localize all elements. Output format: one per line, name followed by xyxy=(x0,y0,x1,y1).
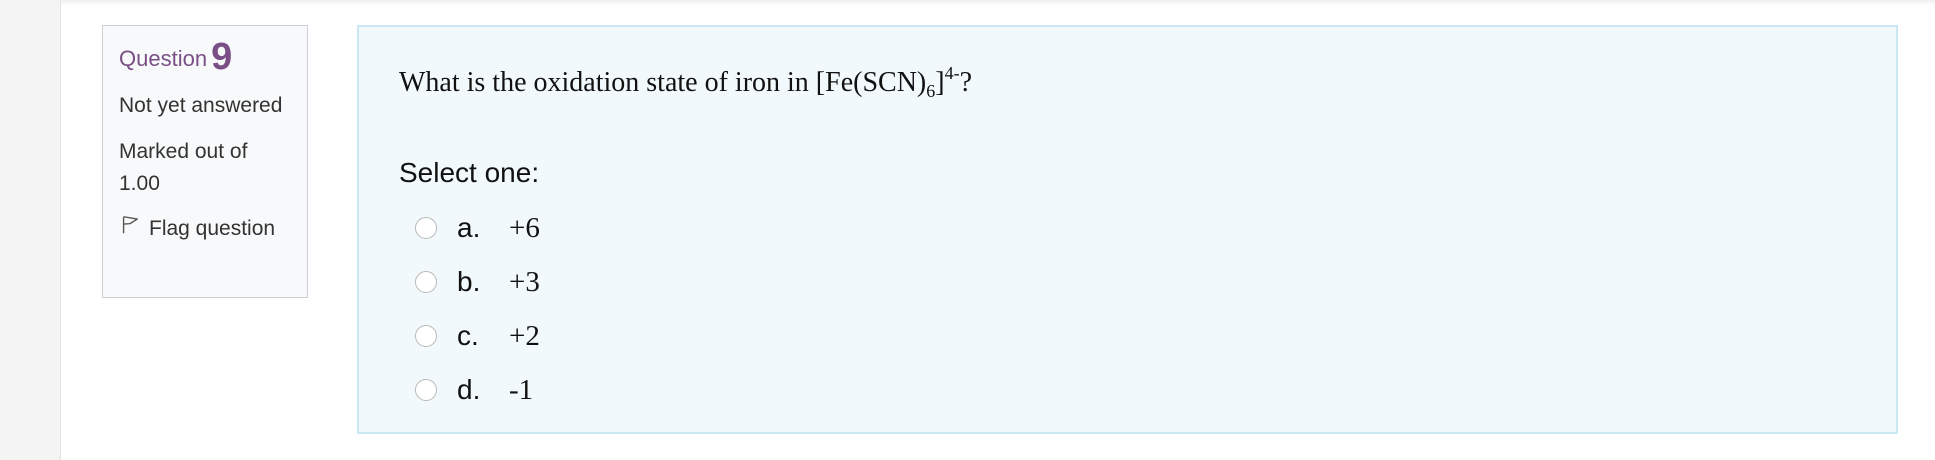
flag-icon xyxy=(119,214,141,244)
answer-option-b[interactable]: b. +3 xyxy=(415,255,1856,309)
top-divider xyxy=(61,0,1935,6)
question-content-panel: What is the oxidation state of iron in [… xyxy=(357,25,1898,434)
radio-button[interactable] xyxy=(415,379,437,401)
flag-question-button[interactable]: Flag question xyxy=(119,214,291,244)
select-one-prompt: Select one: xyxy=(399,157,540,188)
question-superscript: 4- xyxy=(944,63,960,83)
flag-question-label: Flag question xyxy=(149,217,276,240)
question-info-panel: Question 9 Not yet answered Marked out of… xyxy=(102,25,308,298)
option-text: +6 xyxy=(509,211,540,244)
question-state: Not yet answered xyxy=(119,94,283,117)
option-letter: c. xyxy=(457,320,479,351)
radio-button[interactable] xyxy=(415,325,437,347)
option-text: +2 xyxy=(509,319,540,352)
question-number: 9 xyxy=(211,36,233,78)
answer-option-a[interactable]: a. +6 xyxy=(415,201,1856,255)
option-letter: a. xyxy=(457,212,481,243)
radio-button[interactable] xyxy=(415,217,437,239)
question-number-heading: Question 9 xyxy=(119,38,291,76)
question-text: What is the oxidation state of iron in [… xyxy=(399,53,1856,111)
question-text-part: ? xyxy=(959,67,973,98)
option-text: +3 xyxy=(509,265,540,298)
question-text-part: ] xyxy=(935,67,945,98)
radio-button[interactable] xyxy=(415,271,437,293)
answer-options: a. +6 b. +3 c. +2 d. -1 xyxy=(415,201,1856,417)
question-grade: Marked out of 1.00 xyxy=(119,140,248,195)
question-subscript: 6 xyxy=(926,81,936,101)
answer-option-d[interactable]: d. -1 xyxy=(415,363,1856,417)
left-gutter xyxy=(0,0,61,460)
question-label: Question xyxy=(119,46,208,71)
option-text: -1 xyxy=(509,373,534,406)
option-letter: b. xyxy=(457,266,481,297)
option-letter: d. xyxy=(457,374,481,405)
question-text-part: What is the oxidation state of iron in [… xyxy=(399,67,927,98)
answer-option-c[interactable]: c. +2 xyxy=(415,309,1856,363)
